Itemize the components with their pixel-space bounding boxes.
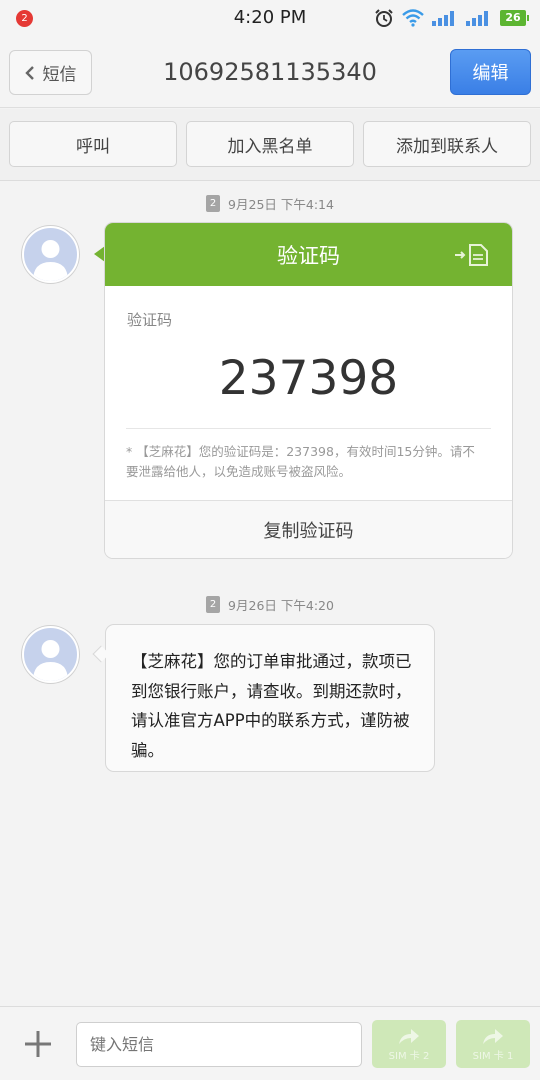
add-to-blacklist-button[interactable]: 加入黑名单 (186, 121, 354, 167)
sender-avatar[interactable] (22, 226, 79, 283)
copy-code-button[interactable]: 复制验证码 (105, 500, 512, 558)
status-bar: 2 4:20 PM 26 (0, 0, 540, 36)
sim-2-icon: 2 (206, 596, 221, 613)
sender-avatar[interactable] (22, 626, 79, 683)
code-label: 验证码 (127, 311, 173, 329)
sim-2-icon: 2 (206, 195, 221, 212)
call-button[interactable]: 呼叫 (9, 121, 177, 167)
plus-icon[interactable] (23, 1029, 53, 1059)
card-title: 验证码 (277, 243, 340, 268)
edit-button[interactable]: 编辑 (450, 49, 531, 95)
timestamp-text: 9月25日 下午4:14 (228, 197, 334, 212)
card-divider (126, 428, 491, 429)
send-sim1-button[interactable]: SIM 卡 1 (456, 1020, 530, 1068)
message-timestamp: 2 9月26日 下午4:20 (0, 595, 540, 614)
person-icon (33, 240, 68, 281)
send-arrow-icon (483, 1029, 503, 1044)
battery-indicator: 26 (500, 10, 529, 26)
action-bar: 呼叫 加入黑名单 添加到联系人 (0, 109, 540, 181)
verification-code: 237398 (218, 351, 399, 406)
wifi-icon (402, 9, 424, 27)
alarm-icon (375, 9, 393, 27)
card-header: 验证码 (105, 223, 512, 286)
compose-bar: SIM 卡 2 SIM 卡 1 (0, 1006, 540, 1080)
send-arrow-icon (399, 1029, 419, 1044)
message-timestamp: 2 9月25日 下午4:14 (0, 194, 540, 213)
person-icon (33, 640, 68, 681)
message-input[interactable] (76, 1022, 362, 1067)
signal-icon (466, 11, 488, 26)
signal-icon (432, 11, 454, 26)
send-sim2-button[interactable]: SIM 卡 2 (372, 1020, 446, 1068)
open-document-icon[interactable] (454, 244, 490, 266)
original-message-text: * 【芝麻花】您的验证码是：237398，有效时间15分钟。请不要泄露给他人，以… (126, 444, 475, 479)
message-bubble[interactable]: 【芝麻花】您的订单审批通过，款项已到您银行账户，请查收。到期还款时，请认准官方A… (105, 624, 435, 772)
add-to-contacts-button[interactable]: 添加到联系人 (363, 121, 531, 167)
conversation-header: 短信 10692581135340 编辑 (0, 36, 540, 108)
verification-code-card[interactable]: 验证码 验证码 237398 * 【芝麻花】您的验证码是：237398，有效时间… (104, 222, 513, 559)
send-sim1-label: SIM 卡 1 (472, 1051, 514, 1062)
timestamp-text: 9月26日 下午4:20 (228, 598, 334, 613)
send-sim2-label: SIM 卡 2 (388, 1051, 430, 1062)
